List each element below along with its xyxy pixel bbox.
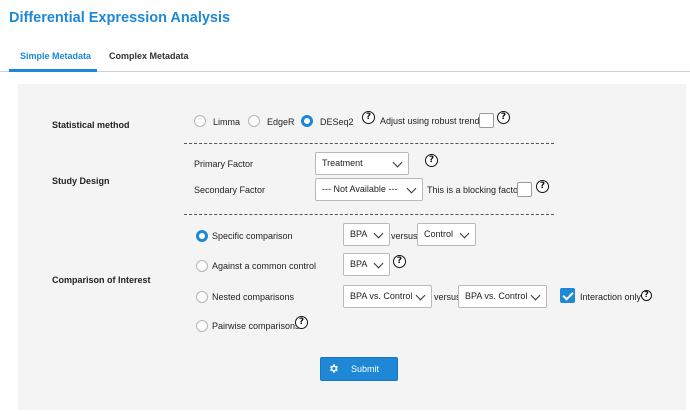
- submit-label: Submit: [351, 364, 380, 374]
- secondary-factor-label: Secondary Factor: [194, 185, 266, 195]
- statistical-method-label: Statistical method: [52, 120, 130, 130]
- common-control-radio[interactable]: [196, 260, 208, 272]
- specific-right-select[interactable]: Control: [417, 223, 476, 246]
- chevron-down-icon: [415, 290, 426, 301]
- limma-radio[interactable]: [194, 115, 206, 127]
- specific-left-select[interactable]: BPA: [343, 223, 390, 246]
- interaction-only-checkbox[interactable]: [560, 288, 575, 303]
- comparison-of-interest-label: Comparison of Interest: [52, 275, 151, 285]
- common-control-label[interactable]: Against a common control: [212, 261, 316, 271]
- submit-button[interactable]: Submit: [320, 357, 398, 381]
- primary-factor-label: Primary Factor: [194, 159, 254, 169]
- nested-right-select[interactable]: BPA vs. Control: [458, 285, 547, 308]
- nested-left-value: BPA vs. Control: [350, 291, 413, 301]
- help-icon[interactable]: ?: [295, 316, 308, 329]
- common-control-select[interactable]: BPA: [343, 253, 390, 276]
- chevron-down-icon: [530, 290, 541, 301]
- specific-left-value: BPA: [350, 229, 368, 239]
- primary-factor-value: Treatment: [322, 158, 363, 168]
- blocking-factor-checkbox[interactable]: [517, 182, 532, 197]
- nested-left-select[interactable]: BPA vs. Control: [343, 285, 432, 308]
- specific-comparison-radio[interactable]: [196, 230, 208, 242]
- limma-label[interactable]: Limma: [213, 117, 240, 127]
- help-icon[interactable]: ?: [497, 111, 510, 124]
- secondary-factor-select[interactable]: --- Not Available ---: [315, 178, 423, 201]
- specific-right-value: Control: [424, 229, 454, 239]
- interaction-only-label: Interaction only: [580, 292, 642, 302]
- edger-label[interactable]: EdgeR: [267, 117, 295, 127]
- tab-bar: Simple Metadata Complex Metadata: [0, 42, 690, 72]
- edger-radio[interactable]: [248, 115, 260, 127]
- help-icon[interactable]: ?: [641, 290, 652, 301]
- divider: [184, 143, 554, 144]
- primary-factor-select[interactable]: Treatment: [315, 152, 409, 175]
- secondary-factor-value: --- Not Available ---: [322, 184, 398, 194]
- chevron-down-icon: [373, 258, 384, 269]
- chevron-down-icon: [373, 228, 384, 239]
- nested-right-value: BPA vs. Control: [465, 291, 528, 301]
- deseq2-label[interactable]: DESeq2: [320, 117, 354, 127]
- chevron-down-icon: [406, 183, 417, 194]
- help-icon[interactable]: ?: [536, 180, 549, 193]
- robust-trend-label: Adjust using robust trend: [380, 116, 480, 126]
- common-control-value: BPA: [350, 259, 368, 269]
- pairwise-comparisons-label[interactable]: Pairwise comparisons: [212, 321, 300, 331]
- page-title: Differential Expression Analysis: [9, 10, 231, 26]
- active-tab-indicator: [9, 69, 97, 72]
- nested-comparisons-radio[interactable]: [196, 291, 208, 303]
- help-icon[interactable]: ?: [393, 255, 406, 268]
- chevron-down-icon: [459, 228, 470, 239]
- robust-trend-checkbox[interactable]: [479, 113, 494, 128]
- specific-comparison-label[interactable]: Specific comparison: [212, 231, 293, 241]
- tab-complex-metadata[interactable]: Complex Metadata: [109, 51, 189, 61]
- help-icon[interactable]: ?: [425, 154, 438, 167]
- nested-comparisons-label[interactable]: Nested comparisons: [212, 292, 294, 302]
- blocking-factor-label: This is a blocking factor: [427, 185, 522, 195]
- help-icon[interactable]: ?: [362, 111, 375, 124]
- chevron-down-icon: [392, 157, 403, 168]
- study-design-label: Study Design: [52, 176, 110, 186]
- tab-simple-metadata[interactable]: Simple Metadata: [20, 51, 91, 61]
- versus-label: versus: [391, 231, 418, 241]
- pairwise-comparisons-radio[interactable]: [196, 320, 208, 332]
- versus-label: versus: [434, 292, 461, 302]
- deseq2-radio[interactable]: [301, 115, 313, 127]
- gear-icon: [330, 364, 338, 373]
- divider: [184, 214, 554, 215]
